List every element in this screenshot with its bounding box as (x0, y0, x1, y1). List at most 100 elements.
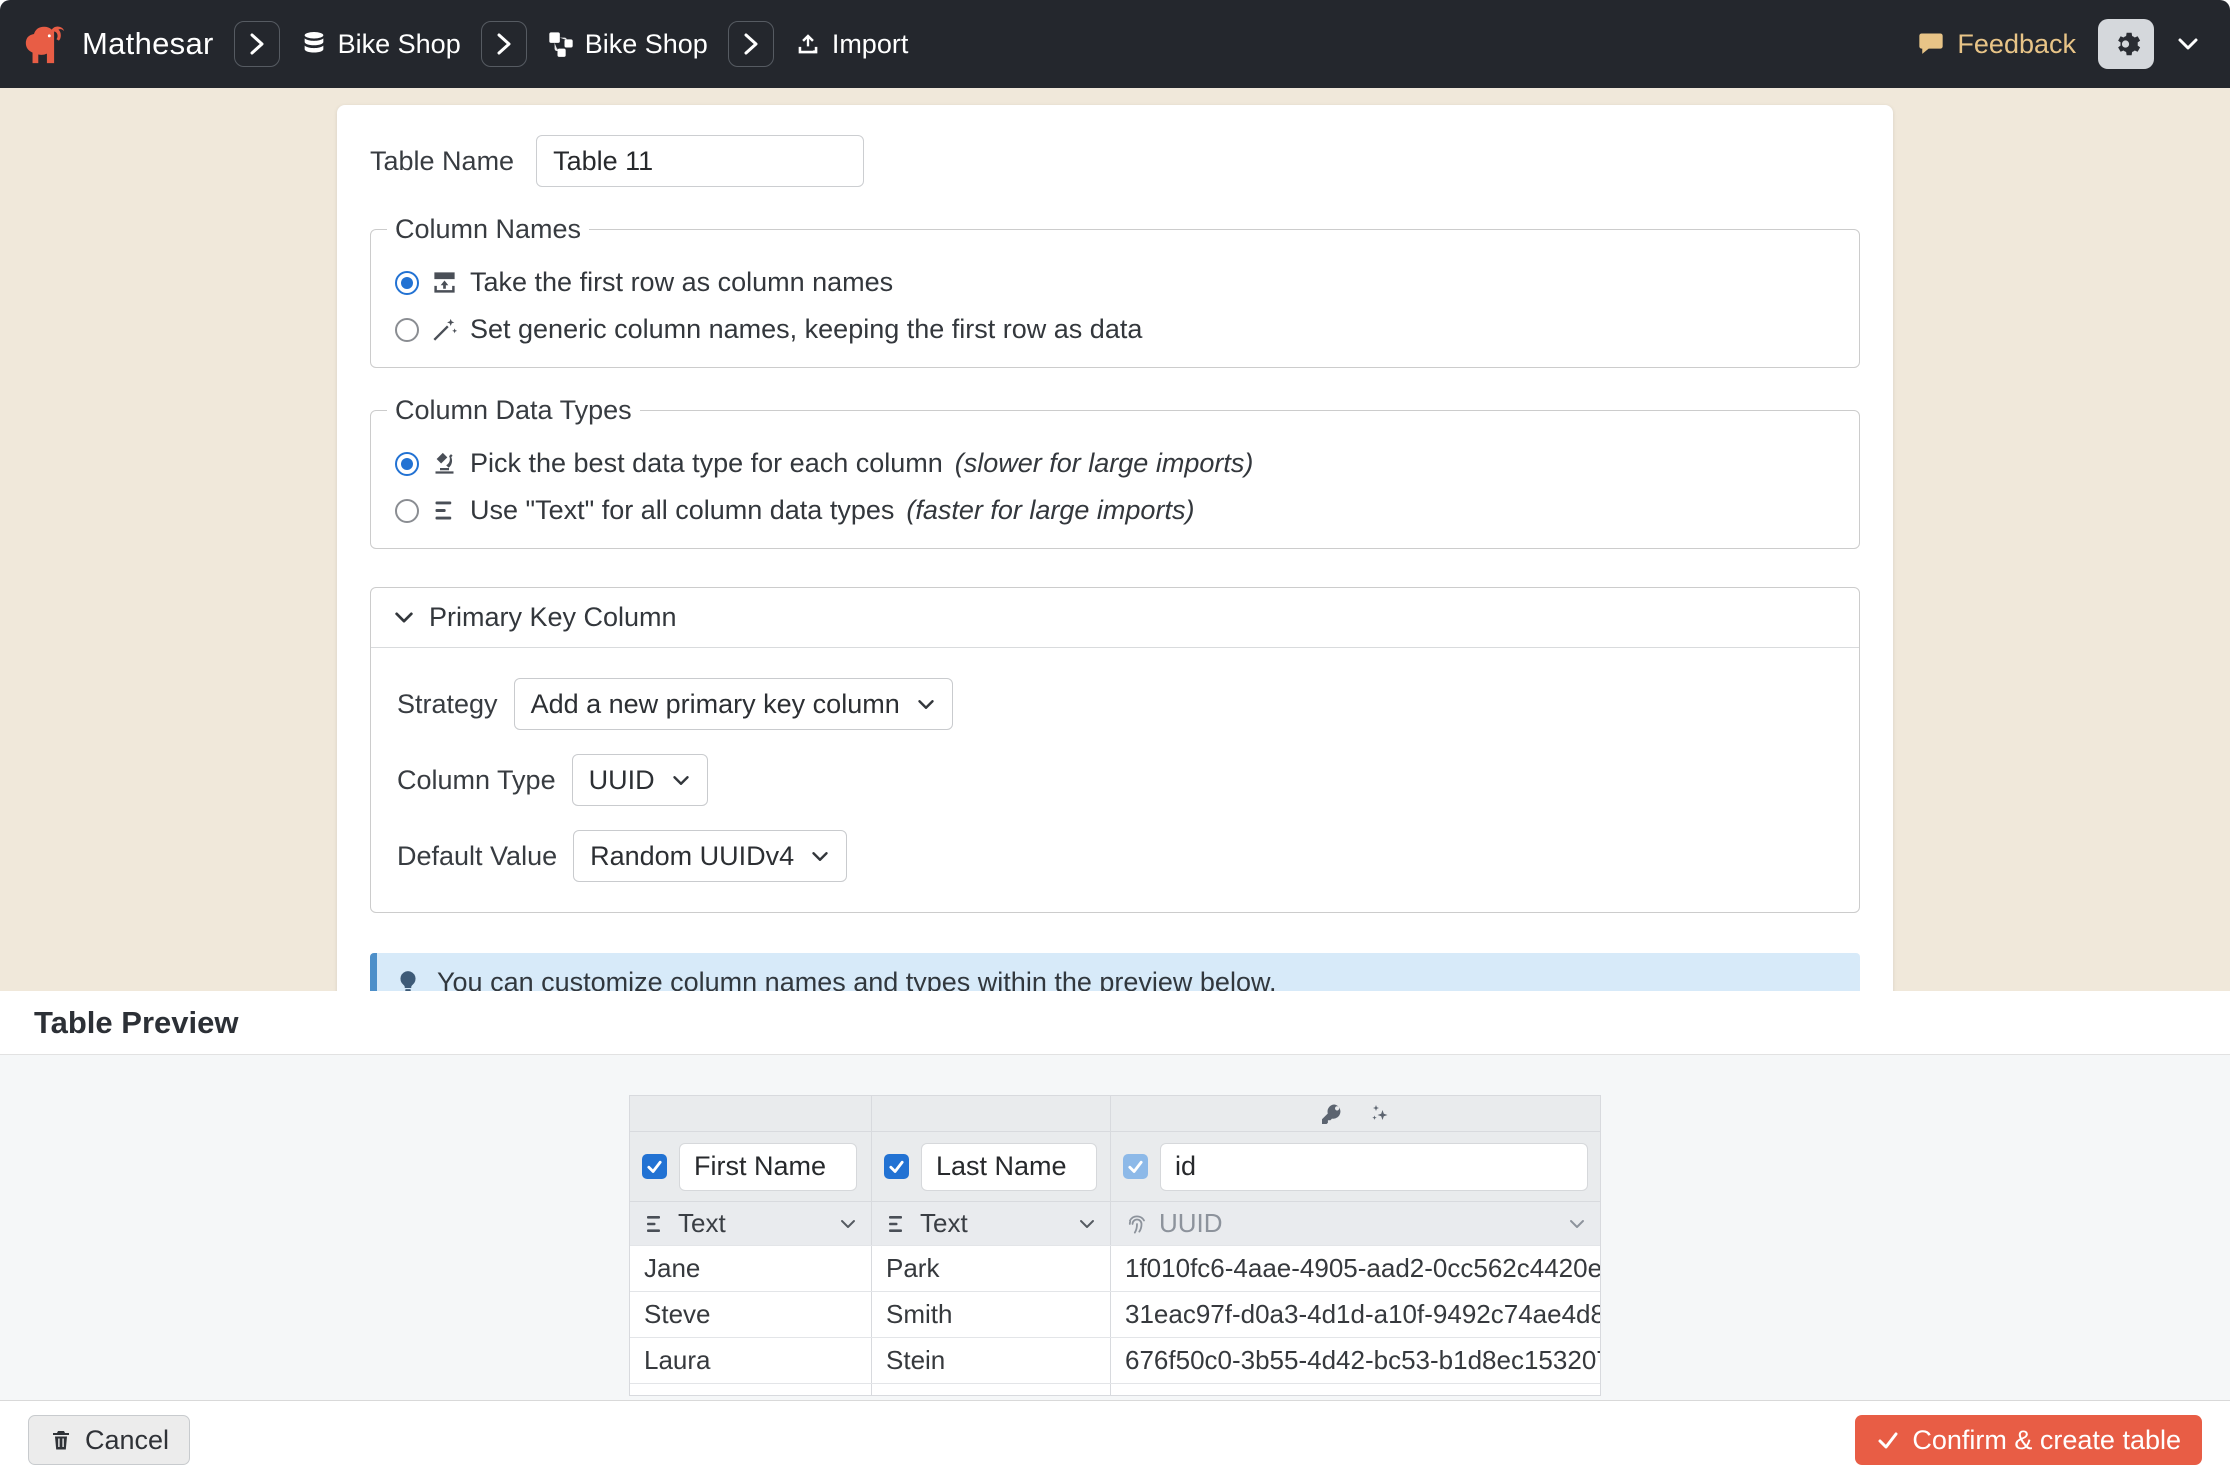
column-name-input[interactable] (1160, 1143, 1588, 1191)
radio-button[interactable] (395, 318, 419, 342)
breadcrumb-separator[interactable] (728, 21, 774, 67)
table-row: Jane Park 1f010fc6-4aae-4905-aad2-0cc562… (630, 1245, 1600, 1291)
column-type-select-value: UUID (589, 765, 655, 796)
radio-label: Use "Text" for all column data types (470, 495, 894, 526)
import-settings-card: Table Name Column Names Take the first r… (337, 105, 1893, 991)
column-checkbox[interactable] (642, 1154, 667, 1179)
cancel-button[interactable]: Cancel (28, 1415, 190, 1465)
confirm-create-table-label: Confirm & create table (1912, 1425, 2181, 1456)
table-preview-title: Table Preview (34, 1005, 238, 1041)
breadcrumb-schema[interactable]: Bike Shop (547, 29, 708, 60)
column-type-value: UUID (1159, 1208, 1223, 1239)
primary-key-section: Primary Key Column Strategy Add a new pr… (370, 587, 1860, 913)
mathesar-brand[interactable]: Mathesar (22, 21, 214, 67)
column-type-select[interactable]: UUID (572, 754, 708, 806)
column-name-input[interactable] (921, 1143, 1097, 1191)
chevron-down-icon (810, 850, 830, 863)
breadcrumb-database[interactable]: Bike Shop (300, 29, 461, 60)
column-checkbox[interactable] (884, 1154, 909, 1179)
chevron-right-icon (494, 31, 514, 57)
column-type-select[interactable]: Text (872, 1202, 1111, 1245)
breadcrumb-database-label: Bike Shop (338, 29, 461, 60)
key-icon (1320, 1102, 1344, 1126)
default-value-label: Default Value (397, 841, 557, 872)
table-cell: Stein (872, 1338, 1111, 1383)
strategy-select-value: Add a new primary key column (531, 689, 900, 720)
chevron-down-icon (916, 698, 936, 711)
radio-note: (faster for large imports) (906, 495, 1194, 526)
column-data-types-legend: Column Data Types (387, 395, 640, 426)
table-header-icon (431, 269, 458, 296)
chevron-right-icon (247, 31, 267, 57)
feedback-button[interactable]: Feedback (1917, 29, 2076, 60)
text-type-icon (886, 1212, 910, 1236)
breadcrumb-schema-label: Bike Shop (585, 29, 708, 60)
chevron-down-icon (393, 610, 415, 625)
table-cell: Smith (872, 1292, 1111, 1337)
column-name-input[interactable] (679, 1143, 857, 1191)
primary-key-collapse-header[interactable]: Primary Key Column (371, 588, 1859, 648)
table-cell: Steve (630, 1292, 872, 1337)
gear-icon (2111, 29, 2141, 59)
column-type-value: Text (920, 1208, 968, 1239)
settings-button[interactable] (2098, 19, 2154, 69)
strategy-select[interactable]: Add a new primary key column (514, 678, 953, 730)
chevron-down-icon (1078, 1218, 1096, 1230)
check-icon (1876, 1428, 1900, 1452)
default-value-select[interactable]: Random UUIDv4 (573, 830, 847, 882)
table-preview-area: Text Text (0, 1055, 2230, 1400)
column-name-row (630, 1131, 1600, 1201)
chevron-right-icon (741, 31, 761, 57)
radio-note: (slower for large imports) (955, 448, 1254, 479)
column-type-label: Column Type (397, 765, 556, 796)
radio-all-text[interactable]: Use "Text" for all column data types (fa… (395, 495, 1835, 526)
feedback-label: Feedback (1957, 29, 2076, 60)
breadcrumb-separator[interactable] (234, 21, 280, 67)
chevron-down-icon (1568, 1218, 1586, 1230)
preview-table: Text Text (629, 1095, 1601, 1396)
tip-text: You can customize column names and types… (437, 967, 1276, 992)
radio-label: Take the first row as column names (470, 267, 893, 298)
text-lines-icon (431, 497, 458, 524)
radio-label: Pick the best data type for each column (470, 448, 943, 479)
lightbulb-icon (395, 969, 421, 991)
radio-first-row-as-names[interactable]: Take the first row as column names (395, 267, 1835, 298)
breadcrumb-separator[interactable] (481, 21, 527, 67)
text-type-icon (644, 1212, 668, 1236)
table-cell: 1f010fc6-4aae-4905-aad2-0cc562c4420e (1111, 1246, 1600, 1291)
column-type-row: Text Text (630, 1201, 1600, 1245)
upload-icon (794, 30, 822, 58)
table-cell: Jane (630, 1246, 872, 1291)
database-icon (300, 30, 328, 58)
confirm-create-table-button[interactable]: Confirm & create table (1855, 1415, 2202, 1465)
table-preview-header: Table Preview (0, 991, 2230, 1055)
breadcrumb-import[interactable]: Import (794, 29, 909, 60)
breadcrumb-import-label: Import (832, 29, 909, 60)
radio-best-data-type[interactable]: Pick the best data type for each column … (395, 448, 1835, 479)
table-cell: 31eac97f-d0a3-4d1d-a10f-9492c74ae4d8 (1111, 1292, 1600, 1337)
speech-bubble-icon (1917, 30, 1945, 58)
radio-button[interactable] (395, 452, 419, 476)
chevron-down-icon[interactable] (2176, 36, 2200, 52)
schema-icon (547, 30, 575, 58)
table-name-input[interactable] (536, 135, 864, 187)
import-settings-area: Table Name Column Names Take the first r… (0, 88, 2230, 991)
radio-button[interactable] (395, 499, 419, 523)
table-row: Steve Smith 31eac97f-d0a3-4d1d-a10f-9492… (630, 1291, 1600, 1337)
microscope-icon (431, 450, 458, 477)
strategy-label: Strategy (397, 689, 498, 720)
column-type-select[interactable]: Text (630, 1202, 872, 1245)
tip-banner: You can customize column names and types… (370, 953, 1860, 991)
magic-wand-icon (431, 316, 458, 343)
pk-indicator-row (630, 1096, 1600, 1131)
brand-name: Mathesar (82, 26, 214, 62)
action-footer: Cancel Confirm & create table (0, 1400, 2230, 1479)
column-data-types-fieldset: Column Data Types Pick the best data typ… (370, 395, 1860, 549)
radio-generic-names[interactable]: Set generic column names, keeping the fi… (395, 314, 1835, 345)
table-row: Laura Stein 676f50c0-3b55-4d42-bc53-b1d8… (630, 1337, 1600, 1383)
radio-label: Set generic column names, keeping the fi… (470, 314, 1142, 345)
table-cell: Laura (630, 1338, 872, 1383)
mathesar-elephant-logo-icon (22, 21, 68, 67)
fingerprint-icon (1125, 1212, 1149, 1236)
radio-button[interactable] (395, 271, 419, 295)
